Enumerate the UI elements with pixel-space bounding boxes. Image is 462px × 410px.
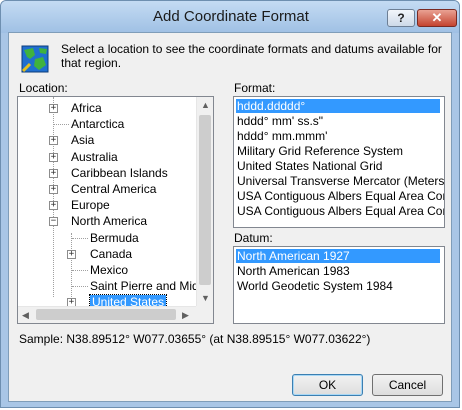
tree-expander-icon[interactable]: + <box>49 136 58 145</box>
dialog-window: Add Coordinate Format ? ✕ Select a locat… <box>0 0 460 408</box>
tree-node[interactable]: Antarctica <box>71 116 124 132</box>
tree-node-label: Antarctica <box>71 117 125 131</box>
datum-list-item[interactable]: North American 1983 <box>236 264 440 278</box>
tree-node[interactable]: Central America <box>71 181 156 197</box>
scrollbar-corner <box>196 306 213 323</box>
format-list-item[interactable]: hddd° mm.mmm' <box>236 129 440 143</box>
tree-node-label: Africa <box>71 101 102 115</box>
tree-node[interactable]: Mexico <box>90 262 128 278</box>
tree-node-label: Mexico <box>90 263 129 277</box>
tree-node-label: Bermuda <box>90 231 139 245</box>
format-list-item[interactable]: hddd° mm' ss.s" <box>236 114 440 128</box>
tree-node[interactable]: Asia <box>71 132 94 148</box>
scroll-thumb[interactable] <box>36 309 176 320</box>
tree-node-label: Caribbean Islands <box>71 166 168 180</box>
datum-list-item[interactable]: World Geodetic System 1984 <box>236 279 440 293</box>
scroll-up-icon[interactable]: ▲ <box>201 100 210 110</box>
tree-node-label: Central America <box>71 182 157 196</box>
scroll-right-icon[interactable]: ▶ <box>182 310 189 321</box>
scroll-thumb[interactable] <box>199 115 211 285</box>
help-button[interactable]: ? <box>387 9 415 27</box>
tree-node[interactable]: Africa <box>71 100 102 116</box>
instructions-text: Select a location to see the coordinate … <box>61 42 442 70</box>
tree-expander-icon[interactable]: + <box>49 169 58 178</box>
tree-node-label: North America <box>71 214 148 228</box>
title-bar[interactable]: Add Coordinate Format ? ✕ <box>1 1 459 33</box>
cancel-button[interactable]: Cancel <box>372 374 443 396</box>
format-list-item[interactable]: USA Contiguous Albers Equal Area Conic U <box>236 204 444 218</box>
tree-expander-icon[interactable]: + <box>67 250 76 259</box>
format-list-item[interactable]: hddd.ddddd° <box>236 99 440 113</box>
datum-label: Datum: <box>234 231 273 245</box>
location-tree[interactable]: + Africa Antarctica + Asia + Australia + Caribbe… <box>17 96 214 324</box>
close-button[interactable]: ✕ <box>417 9 457 27</box>
scroll-down-icon[interactable]: ▼ <box>201 293 210 303</box>
tree-line <box>71 233 72 297</box>
tree-vertical-scrollbar[interactable]: ▲ ▼ <box>196 97 213 306</box>
tree-node[interactable]: North America <box>71 213 147 229</box>
globe-map-icon <box>21 45 49 73</box>
tree-node[interactable]: Europe <box>71 197 110 213</box>
tree-node[interactable]: Caribbean Islands <box>71 165 168 181</box>
datum-list[interactable]: North American 1927 North American 1983 Wo… <box>233 246 445 324</box>
tree-node-label: Asia <box>71 133 95 147</box>
tree-line <box>72 286 88 287</box>
tree-expander-icon[interactable]: + <box>49 104 58 113</box>
tree-line <box>72 238 88 239</box>
tree-node-label: Canada <box>90 247 133 261</box>
tree-line <box>72 270 88 271</box>
format-label: Format: <box>234 81 276 95</box>
scroll-left-icon[interactable]: ◀ <box>22 310 29 321</box>
tree-node[interactable]: Bermuda <box>90 230 139 246</box>
dialog-body: Select a location to see the coordinate … <box>8 32 452 402</box>
tree-expander-icon[interactable]: + <box>49 185 58 194</box>
tree-line <box>53 97 54 297</box>
tree-expander-icon[interactable]: − <box>49 217 58 226</box>
location-label: Location: <box>19 81 68 95</box>
tree-expander-icon[interactable]: + <box>49 153 58 162</box>
sample-coordinate-text: Sample: N38.89512° W077.03655° (at N38.8… <box>19 332 371 346</box>
format-list-item[interactable]: United States National Grid <box>236 159 440 173</box>
format-list-item[interactable]: Military Grid Reference System <box>236 144 440 158</box>
tree-node-label: Australia <box>71 150 118 164</box>
format-list-item[interactable]: USA Contiguous Albers Equal Area Conic <box>236 189 444 203</box>
format-list-item[interactable]: Universal Transverse Mercator (Meters) <box>236 174 444 188</box>
tree-expander-icon[interactable]: + <box>49 201 58 210</box>
tree-node[interactable]: Canada <box>90 246 132 262</box>
format-list[interactable]: hddd.ddddd° hddd° mm' ss.s" hddd° mm.mmm' M… <box>233 96 445 228</box>
datum-list-item[interactable]: North American 1927 <box>236 249 440 263</box>
tree-node-label: Europe <box>71 198 110 212</box>
tree-node[interactable]: Australia <box>71 149 118 165</box>
tree-horizontal-scrollbar[interactable]: ◀ ▶ <box>18 306 196 323</box>
tree-line <box>54 124 69 125</box>
ok-button[interactable]: OK <box>292 374 363 396</box>
